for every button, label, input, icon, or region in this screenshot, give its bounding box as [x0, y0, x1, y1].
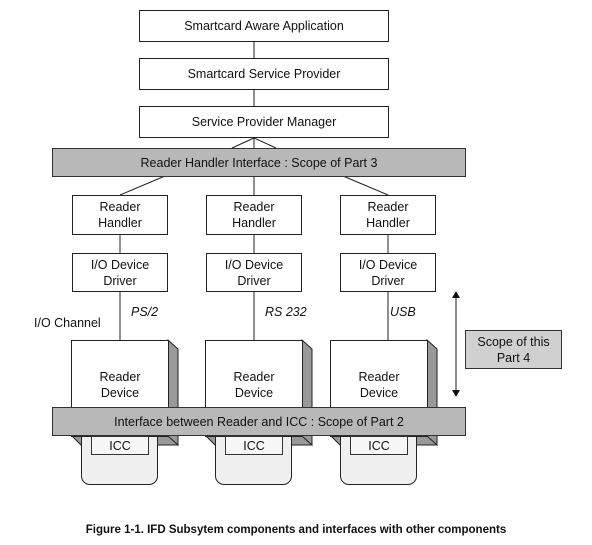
reader-device-1-label: Reader Device	[99, 370, 141, 400]
io-device-driver-1: I/O Device Driver	[72, 253, 168, 292]
icc-chip-2: ICC	[225, 436, 283, 455]
io-device-driver-3: I/O Device Driver	[340, 253, 436, 292]
scope-part4-box: Scope of this Part 4	[465, 330, 562, 369]
reader-icc-interface-band: Interface between Reader and ICC : Scope…	[52, 407, 466, 436]
reader-handler-3: Reader Handler	[340, 195, 436, 235]
reader-handler-2: Reader Handler	[206, 195, 302, 235]
connector-manager-to-interface-right	[253, 137, 277, 149]
smartcard-aware-application-box: Smartcard Aware Application	[139, 10, 389, 42]
reader-device-3-label: Reader Device	[358, 370, 400, 400]
service-provider-manager-box: Service Provider Manager	[139, 106, 389, 138]
reader-handler-1: Reader Handler	[72, 195, 168, 235]
io-channel-label: I/O Channel	[34, 316, 101, 330]
smartcard-service-provider-box: Smartcard Service Provider	[139, 58, 389, 90]
icc-chip-3: ICC	[350, 436, 408, 455]
reader-device-2-label: Reader Device	[233, 370, 275, 400]
connector-interface-to-handler-3	[342, 175, 389, 196]
icc-chip-1: ICC	[91, 436, 149, 455]
reader-handler-interface-band: Reader Handler Interface : Scope of Part…	[52, 148, 466, 177]
scope-double-arrow	[452, 291, 460, 397]
channel-label-ps2: PS/2	[131, 305, 159, 319]
channel-label-rs232: RS 232	[265, 305, 307, 319]
connector-interface-to-handler-1	[119, 175, 166, 196]
connector-manager-to-interface-left	[231, 137, 255, 149]
io-device-driver-2: I/O Device Driver	[206, 253, 302, 292]
figure-caption: Figure 1-1. IFD Subsytem components and …	[85, 524, 507, 536]
channel-label-usb: USB	[390, 305, 416, 319]
